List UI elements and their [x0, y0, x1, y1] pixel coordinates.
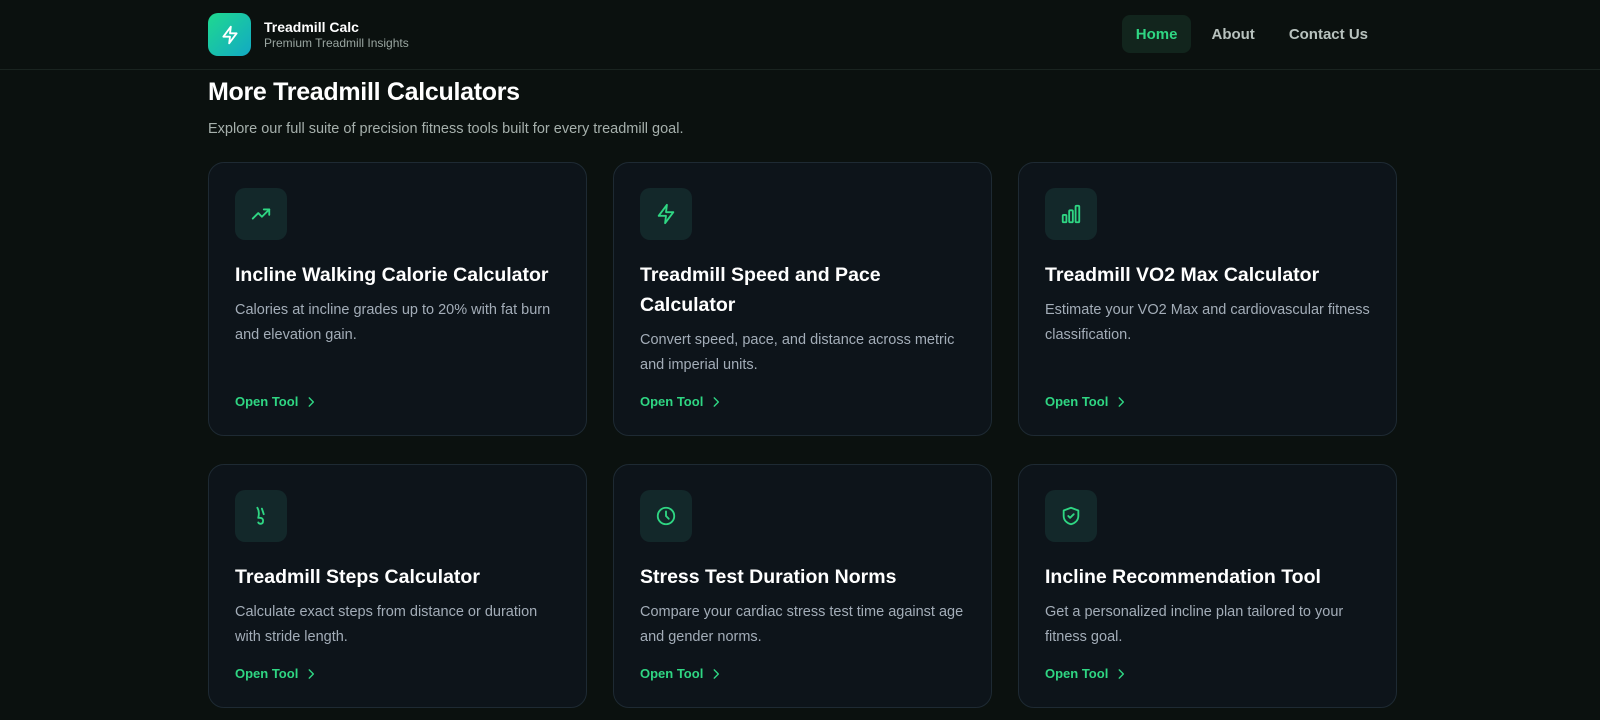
main-nav: Home About Contact Us [1121, 15, 1382, 53]
chevron-right-icon [1118, 668, 1125, 679]
open-tool-link[interactable]: Open Tool [640, 394, 723, 409]
open-tool-label: Open Tool [1045, 666, 1109, 681]
open-tool-link[interactable]: Open Tool [1045, 394, 1128, 409]
card-description: Calories at incline grades up to 20% wit… [235, 302, 551, 343]
calculator-grid-row-1: Incline Walking Calorie Calculator Calor… [208, 162, 1397, 436]
bar-chart-icon [1045, 188, 1097, 240]
calculator-card[interactable]: Incline Walking Calorie Calculator Calor… [208, 162, 587, 436]
chevron-right-icon [308, 396, 315, 407]
card-title: Treadmill VO2 Max Calculator [1045, 264, 1320, 286]
calculator-card[interactable]: Treadmill Steps Calculator Calculate exa… [208, 464, 587, 708]
footprints-icon [235, 490, 287, 542]
chevron-right-icon [713, 668, 720, 679]
open-tool-link[interactable]: Open Tool [235, 394, 318, 409]
card-description: Convert speed, pace, and distance across… [640, 332, 955, 373]
card-title: Treadmill Speed and Pace Calculator [640, 264, 881, 316]
brand-title: Treadmill Calc [264, 19, 359, 35]
card-description: Calculate exact steps from distance or d… [235, 604, 538, 645]
site-header: Treadmill Calc Premium Treadmill Insight… [0, 0, 1600, 70]
bolt-icon [640, 188, 692, 240]
chevron-right-icon [1118, 396, 1125, 407]
chevron-right-icon [713, 396, 720, 407]
open-tool-label: Open Tool [1045, 394, 1109, 409]
open-tool-link[interactable]: Open Tool [1045, 666, 1128, 681]
chevron-right-icon [308, 668, 315, 679]
section-title: More Treadmill Calculators [208, 78, 520, 106]
card-description: Compare your cardiac stress test time ag… [640, 604, 964, 645]
calculator-card[interactable]: Treadmill Speed and Pace Calculator Conv… [613, 162, 992, 436]
open-tool-label: Open Tool [640, 394, 704, 409]
calculator-grid-row-2: Treadmill Steps Calculator Calculate exa… [208, 464, 1397, 708]
shield-check-icon [1045, 490, 1097, 542]
section-subtitle: Explore our full suite of precision fitn… [208, 121, 684, 137]
trending-up-icon [235, 188, 287, 240]
open-tool-label: Open Tool [640, 666, 704, 681]
clock-icon [640, 490, 692, 542]
open-tool-label: Open Tool [235, 666, 299, 681]
more-calculators-section: More Treadmill Calculators Explore our f… [208, 70, 1398, 708]
calculator-card[interactable]: Incline Recommendation Tool Get a person… [1018, 464, 1397, 708]
open-tool-label: Open Tool [235, 394, 299, 409]
card-description: Get a personalized incline plan tailored… [1045, 604, 1344, 645]
card-description: Estimate your VO2 Max and cardiovascular… [1045, 302, 1370, 343]
brand-subtitle: Premium Treadmill Insights [264, 36, 409, 50]
card-title: Incline Recommendation Tool [1045, 566, 1321, 588]
nav-home[interactable]: Home [1121, 15, 1192, 53]
card-title: Incline Walking Calorie Calculator [235, 264, 549, 286]
card-title: Stress Test Duration Norms [640, 566, 897, 588]
open-tool-link[interactable]: Open Tool [640, 666, 723, 681]
card-title: Treadmill Steps Calculator [235, 566, 480, 588]
nav-about[interactable]: About [1197, 15, 1268, 53]
nav-contact-us[interactable]: Contact Us [1275, 15, 1382, 53]
bolt-icon [208, 13, 251, 56]
brand[interactable]: Treadmill Calc Premium Treadmill Insight… [208, 13, 409, 56]
calculator-card[interactable]: Treadmill VO2 Max Calculator Estimate yo… [1018, 162, 1397, 436]
calculator-card[interactable]: Stress Test Duration Norms Compare your … [613, 464, 992, 708]
open-tool-link[interactable]: Open Tool [235, 666, 318, 681]
